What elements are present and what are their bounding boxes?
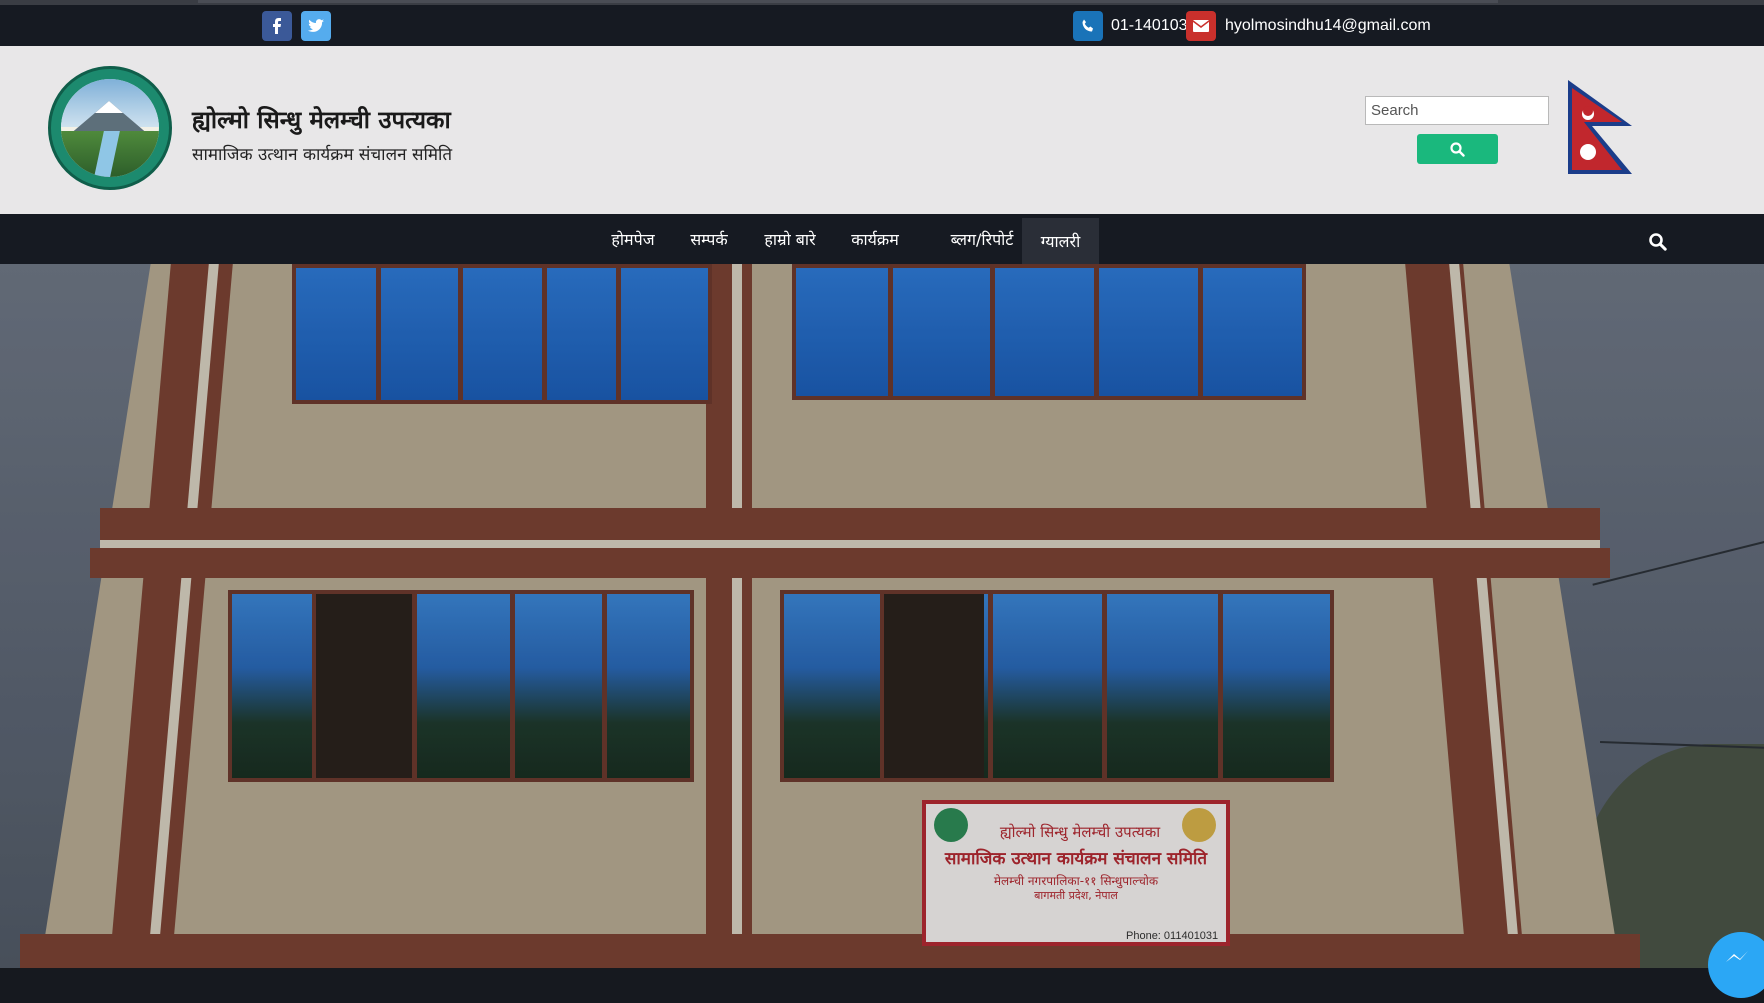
messenger-icon xyxy=(1726,951,1748,962)
logo-emblem xyxy=(61,79,159,177)
nav-item-blog[interactable]: ब्लग/रिपोर्ट xyxy=(928,214,1036,264)
site-header: ह्योल्मो सिन्धु मेलम्ची उपत्यका सामाजिक … xyxy=(0,46,1764,214)
mail-badge xyxy=(1186,11,1216,41)
nav-search-icon[interactable] xyxy=(1648,232,1668,252)
site-title[interactable]: ह्योल्मो सिन्धु मेलम्ची उपत्यका xyxy=(192,103,451,136)
phone-icon xyxy=(1082,19,1093,32)
nepal-flag-icon xyxy=(1568,80,1632,174)
nav-item-contact[interactable]: सम्पर्क xyxy=(679,214,739,264)
nav-item-home[interactable]: होमपेज xyxy=(598,214,668,264)
nav-item-about[interactable]: हाम्रो बारे xyxy=(752,214,828,264)
envelope-icon xyxy=(1193,20,1209,32)
hero-slider: ह्योल्मो सिन्धु मेलम्ची उपत्यका सामाजिक … xyxy=(0,264,1764,968)
messenger-chat-button[interactable] xyxy=(1708,932,1764,998)
email-link[interactable]: hyolmosindhu14@gmail.com xyxy=(1225,17,1431,35)
twitter-icon xyxy=(308,19,324,32)
phone-number: 01-1401031 xyxy=(1111,17,1197,34)
site-subtitle: सामाजिक उत्थान कार्यक्रम संचालन समिति xyxy=(192,145,453,165)
twitter-link[interactable] xyxy=(301,11,331,41)
nav-item-gallery[interactable]: ग्यालरी xyxy=(1022,218,1099,264)
phone-badge xyxy=(1073,11,1103,41)
top-strip xyxy=(198,0,1498,3)
search-button[interactable] xyxy=(1417,134,1498,164)
site-logo[interactable] xyxy=(48,66,172,190)
main-nav: होमपेज सम्पर्क हाम्रो बारे कार्यक्रम ब्ल… xyxy=(0,214,1764,264)
search-icon xyxy=(1450,141,1465,157)
facebook-icon xyxy=(273,18,281,34)
facebook-link[interactable] xyxy=(262,11,292,41)
nav-item-programs[interactable]: कार्यक्रम xyxy=(840,214,910,264)
top-bar: 01-1401031 hyolmosindhu14@gmail.com xyxy=(0,0,1764,46)
search-input[interactable] xyxy=(1365,96,1549,125)
